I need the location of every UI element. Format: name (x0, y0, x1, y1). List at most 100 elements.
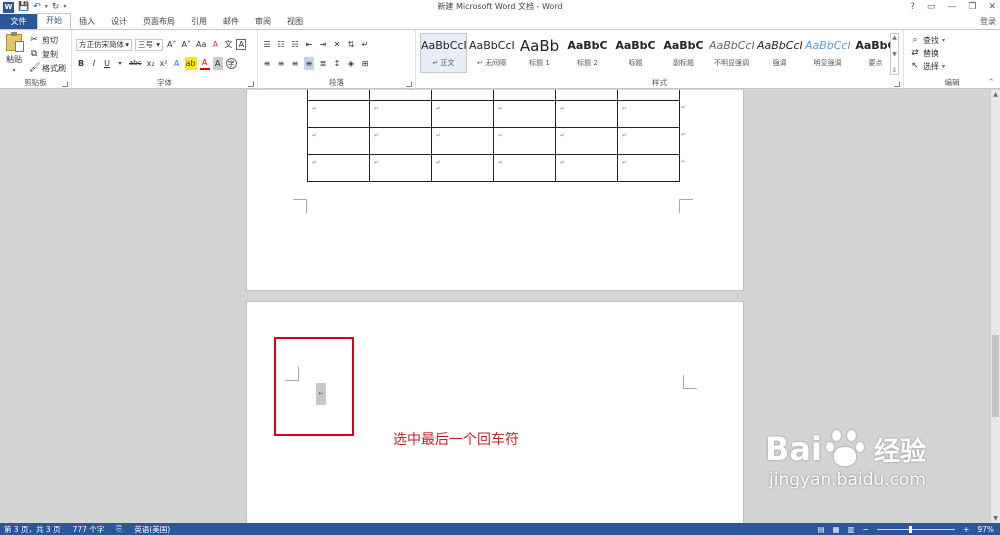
clipboard-launcher-icon[interactable] (62, 81, 68, 87)
cut-button[interactable]: ✂ 剪切 (29, 34, 66, 46)
help-button[interactable]: ? (910, 0, 915, 14)
line-spacing-icon[interactable]: ↕ (332, 57, 342, 70)
asian-layout-icon[interactable]: ✕ (332, 38, 342, 51)
style-normal[interactable]: AaBbCcI ↵ 正文 (420, 33, 467, 73)
subscript-button[interactable]: x₂ (146, 57, 156, 70)
style-heading-2[interactable]: AaBbC 标题 2 (564, 33, 611, 73)
style-emphasis[interactable]: AaBbCcI 强调 (756, 33, 803, 73)
find-button[interactable]: ⌕ 查找 ▾ (910, 34, 945, 46)
ribbon-display-button[interactable]: ▭ (927, 0, 936, 14)
style-heading-1[interactable]: AaBb 标题 1 (516, 33, 563, 73)
decrease-indent-icon[interactable]: ⇤ (304, 38, 314, 51)
tab-insert[interactable]: 插入 (71, 14, 103, 29)
enclose-characters-button[interactable]: 字 (225, 58, 237, 69)
table-cell[interactable]: ↵ (307, 127, 370, 155)
table-cell[interactable]: ↵ (493, 127, 556, 155)
word-logo-icon[interactable]: W (3, 1, 14, 13)
proofing-icon[interactable]: ⎘ (116, 524, 122, 534)
strikethrough-button[interactable]: abc (128, 57, 143, 70)
customize-icon[interactable]: ▾ (63, 1, 66, 13)
table-cell[interactable]: ↵ (307, 90, 370, 101)
tab-home[interactable]: 开始 (37, 13, 71, 29)
styles-gallery-scroll[interactable]: ▲ ▼ ⊻ (890, 33, 899, 75)
zoom-slider-knob[interactable] (909, 525, 913, 533)
character-border-button[interactable]: A (236, 39, 247, 50)
bullets-icon[interactable]: ☰ (262, 38, 272, 51)
table-cell[interactable]: ↵ (369, 100, 432, 128)
table-cell[interactable]: ↵ (555, 90, 618, 101)
multilevel-list-icon[interactable]: ☵ (290, 38, 300, 51)
style-intense-emphasis[interactable]: AaBbCcI 明显强调 (804, 33, 851, 73)
table-cell[interactable]: ↵ (617, 90, 680, 101)
selected-paragraph-mark[interactable]: ↵ (316, 383, 326, 405)
page-count[interactable]: 第 3 页，共 3 页 (4, 524, 61, 535)
table-cell[interactable]: ↵ (555, 100, 618, 128)
font-color-button[interactable]: A (199, 57, 210, 70)
sort-icon[interactable]: ⇅ (346, 38, 356, 51)
tab-file[interactable]: 文件 (0, 14, 37, 29)
document-page-2[interactable]: ↵↵↵↵↵↵↵↵↵↵↵↵↵↵↵↵↵↵↵↵↵↵↵↵ ↵↵↵↵ (246, 90, 744, 291)
phonetic-guide-button[interactable]: 文 (223, 38, 233, 51)
underline-dropdown-icon[interactable]: ▾ (115, 57, 125, 70)
chevron-down-icon[interactable]: ▼ (892, 51, 897, 58)
font-name-combo[interactable]: 方正仿宋简体 ▾ (76, 38, 132, 51)
document-page-3[interactable]: ↵ 选中最后一个回车符 (246, 301, 744, 523)
close-button[interactable]: ✕ (988, 0, 996, 14)
table-cell[interactable]: ↵ (493, 90, 556, 101)
style-subtle-emphasis[interactable]: AaBbCcI 不明显强调 (708, 33, 755, 73)
table-cell[interactable]: ↵ (431, 90, 494, 101)
numbering-icon[interactable]: ☷ (276, 38, 286, 51)
table-cell[interactable]: ↵ (431, 100, 494, 128)
tab-references[interactable]: 引用 (183, 14, 215, 29)
paragraph-launcher-icon[interactable] (406, 81, 412, 87)
table-cell[interactable]: ↵ (555, 154, 618, 182)
chevron-up-icon[interactable]: ▲ (892, 34, 897, 41)
more-icon[interactable]: ⊻ (892, 67, 896, 74)
distributed-icon[interactable]: ≣ (318, 57, 328, 70)
shading-icon[interactable]: ◈ (346, 57, 356, 70)
align-center-icon[interactable]: ≡ (276, 57, 286, 70)
clear-format-button[interactable]: A (210, 38, 220, 51)
select-button[interactable]: ↖ 选择 ▾ (910, 60, 945, 72)
bold-button[interactable]: B (76, 57, 86, 70)
table-cell[interactable]: ↵ (617, 127, 680, 155)
style-subtitle[interactable]: AaBbC 副标题 (660, 33, 707, 73)
text-effects-button[interactable]: A (172, 57, 182, 70)
italic-button[interactable]: I (89, 57, 99, 70)
redo-icon[interactable]: ↻ (52, 1, 60, 13)
replace-button[interactable]: ⇄ 替换 (910, 47, 945, 59)
tab-mailings[interactable]: 邮件 (215, 14, 247, 29)
borders-icon[interactable]: ⊞ (360, 57, 370, 70)
zoom-out-button[interactable]: − (863, 525, 869, 534)
table-cell[interactable]: ↵ (617, 154, 680, 182)
align-right-icon[interactable]: ≡ (290, 57, 300, 70)
style-no-spacing[interactable]: AaBbCcI ↵ 无间隔 (468, 33, 515, 73)
web-layout-icon[interactable]: ▥ (848, 525, 855, 534)
table-cell[interactable]: ↵ (431, 127, 494, 155)
language-indicator[interactable]: 英语(美国) (134, 524, 170, 535)
font-launcher-icon[interactable] (248, 81, 254, 87)
document-table[interactable]: ↵↵↵↵↵↵↵↵↵↵↵↵↵↵↵↵↵↵↵↵↵↵↵↵ (307, 90, 680, 182)
scroll-down-icon[interactable]: ▼ (991, 515, 1000, 522)
table-cell[interactable]: ↵ (555, 127, 618, 155)
justify-icon[interactable]: ≡ (304, 57, 314, 70)
table-cell[interactable]: ↵ (617, 100, 680, 128)
document-area[interactable]: ↵↵↵↵↵↵↵↵↵↵↵↵↵↵↵↵↵↵↵↵↵↵↵↵ ↵↵↵↵ ↵ 选中最后一个回车… (0, 90, 990, 523)
tab-page-layout[interactable]: 页面布局 (135, 14, 183, 29)
show-marks-icon[interactable]: ↵ (360, 38, 370, 51)
vertical-scrollbar[interactable]: ▲ ▼ (990, 90, 1000, 523)
table-cell[interactable]: ↵ (369, 127, 432, 155)
change-case-button[interactable]: Aa (195, 38, 207, 51)
table-cell[interactable]: ↵ (307, 100, 370, 128)
zoom-slider[interactable] (877, 525, 956, 533)
minimize-button[interactable]: — (947, 0, 956, 14)
shrink-font-button[interactable]: A˅ (180, 38, 191, 51)
grow-font-button[interactable]: A˄ (166, 38, 177, 51)
styles-launcher-icon[interactable] (894, 81, 900, 87)
print-layout-icon[interactable]: ▦ (833, 525, 840, 534)
save-icon[interactable]: 💾 (18, 1, 29, 13)
tab-review[interactable]: 审阅 (247, 14, 279, 29)
align-left-icon[interactable]: ≡ (262, 57, 272, 70)
copy-button[interactable]: ⧉ 复制 (29, 48, 66, 60)
underline-button[interactable]: U (102, 57, 112, 70)
